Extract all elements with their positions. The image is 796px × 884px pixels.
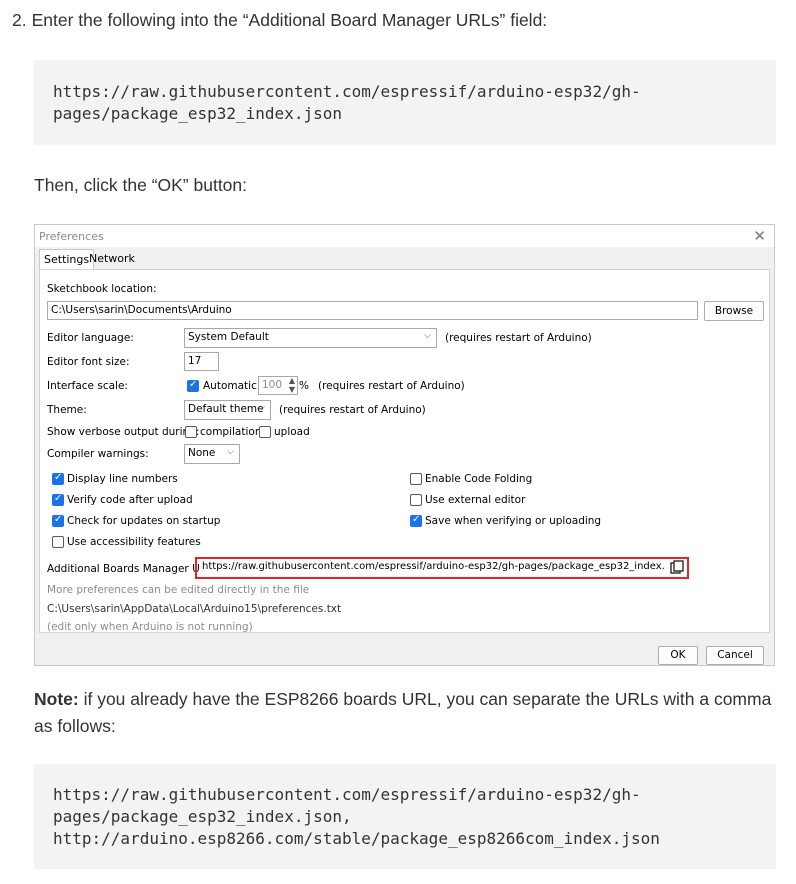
code-line: pages/package_esp32_index.json, [53,807,352,826]
external-editor-checkbox[interactable] [410,494,422,506]
dialog-titlebar: Preferences ✕ [35,225,774,247]
chevron-down-icon: ⌵ [227,447,234,457]
interface-scale-label: Interface scale: [47,380,128,392]
spinner-icon[interactable]: ▲ ▼ [289,377,295,394]
check-updates-checkbox[interactable] [52,514,64,527]
sketchbook-input[interactable]: C:\Users\sarin\Documents\Arduino [47,301,698,320]
more-prefs-note: More preferences can be edited directly … [47,584,310,596]
scale-restart-note: (requires restart of Arduino) [318,380,465,392]
accessibility-label: Use accessibility features [67,536,201,548]
scale-input[interactable]: 100 ▲ ▼ [258,376,298,395]
save-verifying-label: Save when verifying or uploading [425,515,602,527]
theme-label: Theme: [47,404,87,416]
language-restart-note: (requires restart of Arduino) [445,332,592,344]
browse-button[interactable]: Browse [704,301,764,321]
note-paragraph: Note: if you already have the ESP8266 bo… [34,686,774,740]
then-instruction: Then, click the “OK” button: [34,175,248,195]
editor-language-value: System Default [188,331,269,343]
step-instruction: 2. Enter the following into the “Addition… [12,10,547,31]
ok-button[interactable]: OK [658,646,698,665]
editor-language-label: Editor language: [47,332,134,344]
code-line: pages/package_esp32_index.json [53,104,342,123]
display-line-numbers-checkbox[interactable] [52,472,64,485]
warnings-value: None [188,447,216,459]
automatic-label: Automatic [203,380,257,392]
boards-url-input[interactable]: https://raw.githubusercontent.com/espres… [200,560,664,576]
close-icon[interactable]: ✕ [753,227,766,245]
check-updates-label: Check for updates on startup [67,515,221,527]
code-line: https://raw.githubusercontent.com/espres… [53,785,641,804]
editor-language-select[interactable]: System Default ⌵ [184,328,437,348]
dialog-title: Preferences [39,230,104,243]
edit-only-note: (edit only when Arduino is not running) [47,621,253,633]
verify-code-label: Verify code after upload [67,494,193,506]
display-line-numbers-label: Display line numbers [67,473,178,485]
code-block-esp32-url: https://raw.githubusercontent.com/espres… [34,60,776,145]
verbose-label: Show verbose output during: [47,426,200,438]
font-size-label: Editor font size: [47,356,130,368]
edit-urls-icon[interactable] [670,560,684,574]
sketchbook-label: Sketchbook location: [47,283,157,295]
code-folding-checkbox[interactable] [410,473,422,485]
upload-label: upload [274,426,310,438]
prefs-file-path: C:\Users\sarin\AppData\Local\Arduino15\p… [47,603,342,615]
chevron-down-icon: ⌵ [424,331,431,341]
theme-select[interactable]: Default theme ⌵ [184,400,271,420]
tab-network[interactable]: Network [85,249,139,268]
note-body: if you already have the ESP8266 boards U… [34,689,772,736]
external-editor-label: Use external editor [425,494,526,506]
upload-checkbox[interactable] [259,426,271,438]
code-block-combined-urls: https://raw.githubusercontent.com/espres… [34,764,776,869]
compilation-label: compilation [200,426,262,438]
code-folding-label: Enable Code Folding [425,473,533,485]
note-label: Note: [34,689,79,709]
scale-unit: % [299,380,309,392]
chevron-down-icon: ⌵ [258,403,265,413]
warnings-label: Compiler warnings: [47,448,149,460]
compilation-checkbox[interactable] [185,426,197,438]
font-size-input[interactable]: 17 [184,352,219,371]
code-line: https://raw.githubusercontent.com/espres… [53,82,641,101]
preferences-dialog: Preferences ✕ Settings Network Sketchboo… [34,224,775,666]
theme-restart-note: (requires restart of Arduino) [279,404,426,416]
save-verifying-checkbox[interactable] [410,514,422,527]
step-number: 2. [12,10,27,30]
automatic-checkbox[interactable] [187,379,199,392]
step-text: Enter the following into the “Additional… [31,10,548,30]
verify-code-checkbox[interactable] [52,493,64,506]
cancel-button[interactable]: Cancel [706,646,764,665]
code-line: http://arduino.esp8266.com/stable/packag… [53,829,660,848]
scale-value: 100 [262,379,283,391]
accessibility-checkbox[interactable] [52,536,64,548]
settings-panel: Sketchbook location: C:\Users\sarin\Docu… [39,269,770,633]
theme-value: Default theme [188,403,264,415]
warnings-select[interactable]: None ⌵ [184,444,240,464]
